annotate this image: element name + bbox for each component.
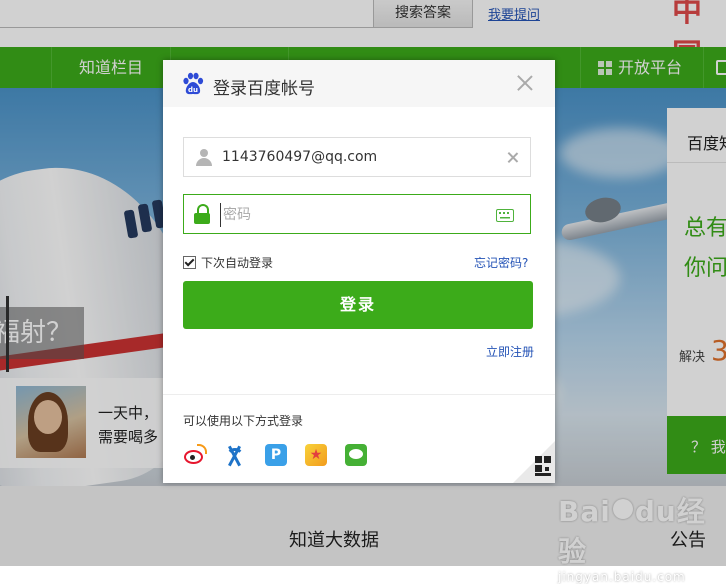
remember-me-checkbox[interactable]: 下次自动登录 [183, 254, 273, 271]
watermark-url: jingyan.baidu.com [558, 570, 686, 584]
password-field[interactable] [183, 194, 531, 234]
wallet-glyph: P [270, 447, 282, 463]
lock-icon [194, 204, 210, 224]
forgot-password-link[interactable]: 忘记密码? [474, 254, 528, 271]
wechat-bubble [349, 449, 363, 459]
wechat-icon[interactable] [345, 444, 367, 466]
qzone-star: ★ [309, 447, 323, 463]
remember-me-label: 下次自动登录 [201, 256, 274, 270]
virtual-keyboard-icon[interactable] [496, 209, 514, 222]
user-icon [195, 148, 213, 166]
renren-icon[interactable] [224, 444, 246, 467]
checkbox-checked[interactable] [183, 256, 196, 269]
login-dialog: du 登录百度帐号 1143760497@qq.com 下次自动登录 忘记密码?… [163, 60, 555, 483]
register-link[interactable]: 立即注册 [486, 343, 534, 360]
weibo-pupil [190, 455, 195, 460]
login-button[interactable]: 登录 [183, 281, 533, 329]
other-login-label: 可以使用以下方式登录 [183, 414, 304, 428]
lock-body [194, 213, 210, 224]
username-value[interactable]: 1143760497@qq.com [222, 149, 377, 165]
svg-text:du: du [188, 86, 198, 94]
weibo-flare [197, 444, 207, 454]
password-input[interactable] [220, 203, 485, 227]
qr-code-icon[interactable] [535, 456, 551, 478]
dialog-header: du 登录百度帐号 [163, 60, 555, 107]
baidu-wallet-icon[interactable]: P [265, 444, 287, 466]
qzone-icon[interactable]: ★ [305, 444, 327, 466]
weibo-icon[interactable] [183, 444, 207, 466]
close-icon[interactable] [515, 73, 535, 93]
clear-input-icon[interactable] [506, 151, 519, 164]
baidu-paw-icon: du [183, 72, 204, 95]
user-icon-body [196, 158, 212, 166]
username-field[interactable]: 1143760497@qq.com [183, 137, 531, 177]
dialog-title: 登录百度帐号 [213, 79, 315, 99]
user-icon-head [200, 149, 208, 157]
dialog-divider [163, 394, 555, 395]
